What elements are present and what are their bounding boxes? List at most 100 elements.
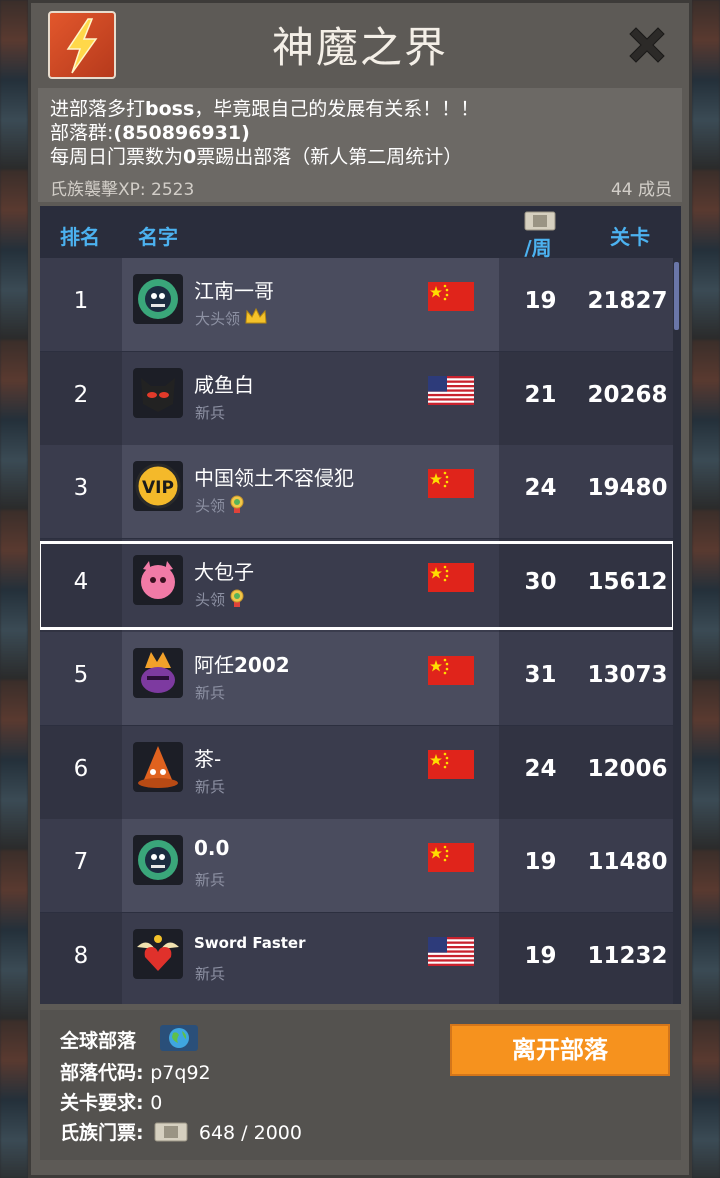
- weekly-tickets: 21: [524, 381, 557, 408]
- weekly-tickets: 31: [524, 662, 557, 688]
- clan-code-label: 部落代码:: [60, 1062, 144, 1084]
- player-name[interactable]: Sword Faster: [194, 934, 305, 952]
- purple-hero-avatar: [133, 648, 183, 698]
- weekly-tickets: 19: [524, 288, 557, 314]
- table-row[interactable]: 8 Sword Faster 新兵 19 11232: [40, 912, 673, 1004]
- flag-cn-icon: [428, 656, 474, 685]
- player-role: 新兵: [195, 964, 226, 983]
- player-role: 新兵: [195, 684, 226, 702]
- table-row[interactable]: 6 茶- 新兵 24 12006: [40, 725, 673, 819]
- rank-number: 1: [73, 288, 89, 314]
- rank-number: 2: [73, 381, 89, 408]
- clan-tickets: 氏族门票: 648 / 2000: [60, 1118, 302, 1145]
- player-name[interactable]: 阿任2002: [194, 649, 290, 678]
- header-week[interactable]: /周: [510, 232, 566, 261]
- clan-code: 部落代码: p7q92: [60, 1058, 211, 1085]
- vip-avatar: VIP: [133, 461, 183, 511]
- panel-header: 神魔之界: [28, 0, 692, 88]
- close-button[interactable]: [624, 22, 670, 68]
- scrollbar[interactable]: [673, 258, 681, 1004]
- crown-icon: [244, 307, 268, 329]
- notice-line-3: 每周日门票数为0票踢出部落（新人第二周统计）: [50, 146, 463, 168]
- player-role: 新兵: [195, 871, 226, 889]
- table-row[interactable]: 5 阿任2002 新兵 31 13073: [40, 632, 673, 725]
- member-count: 44 成员: [610, 180, 672, 200]
- notice-line-2: 部落群:(850896931): [50, 118, 250, 145]
- ticket-icon: [524, 211, 556, 231]
- stage-value: 19480: [587, 475, 668, 501]
- clan-notice: 进部落多打boss，毕竟跟自己的发展有关系！！！ 部落群:(850896931)…: [38, 88, 682, 202]
- stage-value: 11232: [587, 942, 668, 969]
- player-name[interactable]: 0.0: [194, 836, 229, 860]
- player-role: 头领: [195, 497, 226, 515]
- wizard-hat-avatar: [133, 741, 183, 792]
- flag-cn-icon: [428, 469, 474, 498]
- rank-number: 8: [73, 942, 89, 969]
- table-row[interactable]: 3 VIP 中国领土不容侵犯 头领 24 19480: [40, 445, 673, 538]
- notice-group-label: 部落群:: [50, 122, 114, 144]
- member-table: 排名 名字 /周 关卡 1 江南一哥 大头领 19 21827 2 咸鱼白 新兵 21 20268…: [40, 206, 681, 1004]
- player-name[interactable]: 中国领土不容侵犯: [194, 462, 354, 491]
- clan-tickets-value: 648 / 2000: [198, 1122, 302, 1144]
- player-role: 新兵: [195, 777, 226, 796]
- flag-us-icon: [428, 375, 474, 405]
- scrollbar-thumb[interactable]: [674, 262, 679, 330]
- player-role: 新兵: [195, 403, 226, 422]
- clan-code-value: p7q92: [150, 1062, 211, 1084]
- rank-number: 4: [73, 568, 89, 595]
- player-role: 头领: [195, 590, 226, 609]
- table-row[interactable]: 7 0.0 新兵 19 11480: [40, 819, 673, 912]
- table-row[interactable]: 2 咸鱼白新兵 21 20268: [40, 351, 673, 445]
- flag-us-icon: [428, 936, 474, 966]
- stage-value: 13073: [587, 662, 668, 688]
- clan-footer: 全球部落 部落代码: p7q92 关卡要求: 0 氏族门票: 648 / 200…: [40, 1010, 681, 1160]
- table-row[interactable]: 4 大包子头领 30 15612: [40, 538, 673, 632]
- leave-clan-button[interactable]: 离开部落: [450, 1024, 670, 1076]
- notice-group-number: (850896931): [113, 122, 250, 144]
- gear-monster-avatar: [133, 274, 183, 324]
- weekly-tickets: 19: [524, 849, 557, 875]
- player-name[interactable]: 咸鱼白: [194, 369, 254, 398]
- header-name[interactable]: 名字: [138, 221, 178, 250]
- pink-monster-avatar: [133, 554, 183, 605]
- flag-cn-icon: [428, 749, 474, 779]
- close-icon: [629, 27, 665, 63]
- flag-cn-icon: [428, 843, 474, 872]
- gear-monster-avatar: [133, 835, 183, 885]
- rank-number: 6: [73, 755, 89, 782]
- flag-cn-icon: [428, 282, 474, 311]
- header-stage[interactable]: 关卡: [610, 221, 650, 250]
- player-name[interactable]: 大包子: [194, 556, 254, 585]
- stage-requirement-label: 关卡要求:: [60, 1092, 144, 1114]
- stage-value: 11480: [587, 849, 668, 875]
- black-cat-avatar: [133, 367, 183, 418]
- ticket-icon: [154, 1122, 188, 1142]
- stage-value: 21827: [587, 288, 668, 314]
- stage-value: 12006: [587, 755, 668, 782]
- global-clan-label: 全球部落: [60, 1030, 137, 1052]
- notice-line-1: 进部落多打boss，毕竟跟自己的发展有关系！！！: [50, 98, 480, 120]
- weekly-tickets: 24: [524, 755, 557, 782]
- weekly-tickets: 30: [524, 568, 557, 595]
- stage-value: 15612: [587, 568, 668, 595]
- player-name[interactable]: 江南一哥: [194, 275, 274, 304]
- rank-number: 7: [73, 849, 89, 875]
- rank-number: 5: [73, 662, 89, 688]
- player-name[interactable]: 茶-: [194, 743, 221, 772]
- winged-heart-avatar: [133, 928, 183, 979]
- page-title: 神魔之界: [271, 23, 448, 72]
- weekly-tickets: 19: [524, 942, 557, 969]
- stage-requirement-value: 0: [150, 1092, 163, 1114]
- clan-xp: 氏族襲擊XP: 2523: [50, 180, 195, 200]
- flag-cn-icon: [428, 562, 474, 592]
- svg-text:VIP: VIP: [142, 478, 174, 498]
- medal-icon: [229, 494, 245, 518]
- stage-value: 20268: [587, 381, 668, 408]
- table-header: 排名 名字 /周 关卡: [40, 206, 681, 261]
- header-rank[interactable]: 排名: [60, 221, 100, 250]
- background-right: [692, 0, 720, 1178]
- globe-icon: [160, 1025, 198, 1051]
- table-row[interactable]: 1 江南一哥大头领 19 21827: [40, 258, 673, 351]
- weekly-tickets: 24: [524, 475, 557, 501]
- player-role: 大头领: [195, 310, 241, 328]
